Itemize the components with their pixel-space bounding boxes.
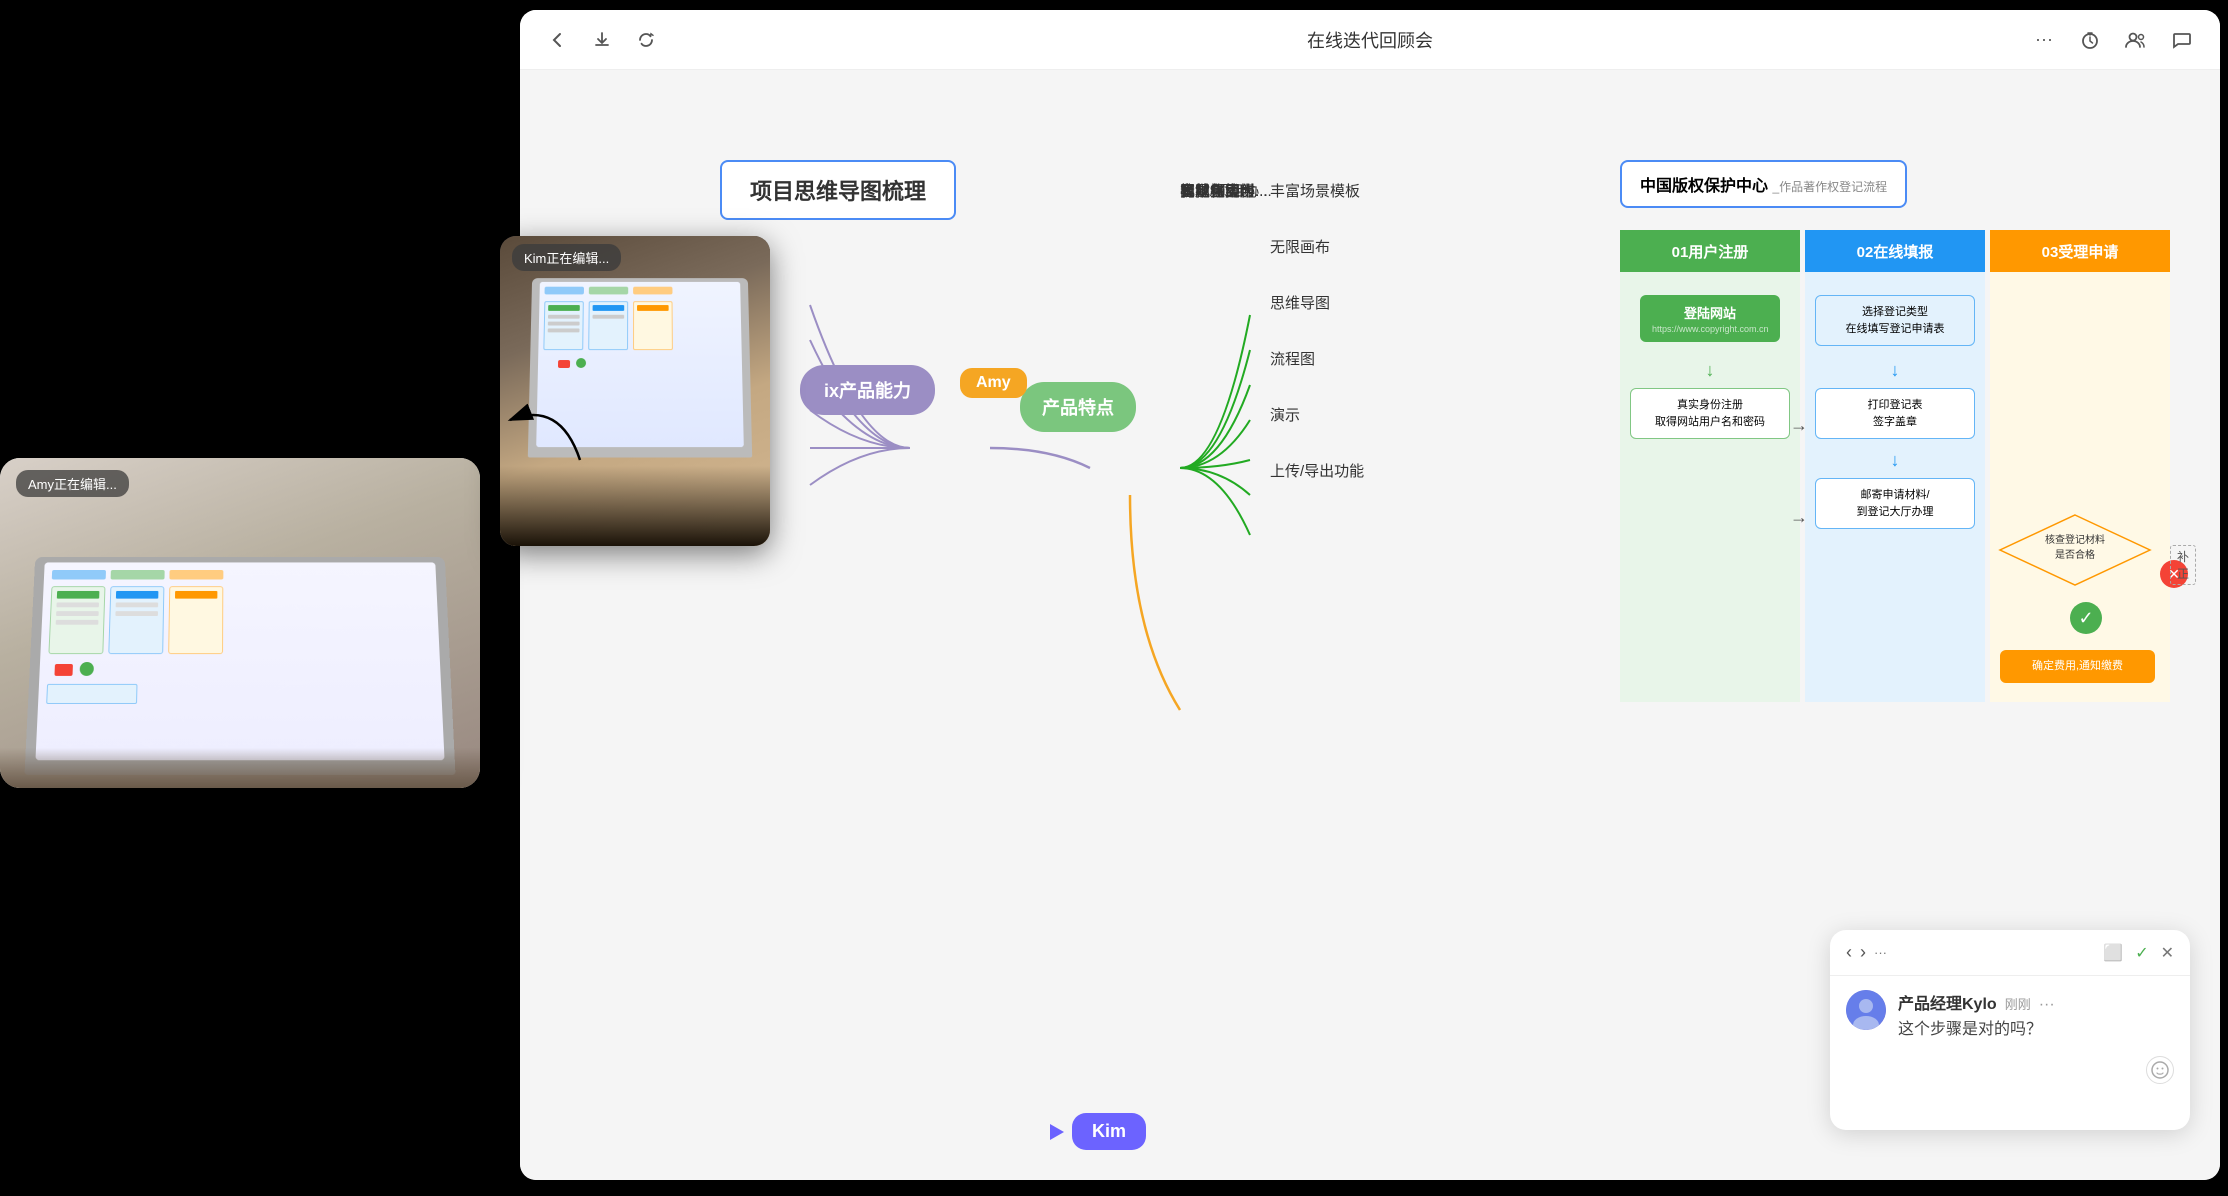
chat-nav: ‹ › ··· xyxy=(1846,942,1887,963)
sender-avatar xyxy=(1846,990,1886,1030)
title-bar-left xyxy=(544,26,660,54)
step-03: 03受理申请 xyxy=(1990,230,2170,272)
svg-text:核查登记材料: 核查登记材料 xyxy=(2045,533,2105,546)
chat-controls: ⬜ ✓ ✕ xyxy=(2103,943,2174,963)
kim-screen-content xyxy=(536,282,744,447)
product-features-node: 产品特点 xyxy=(1020,382,1136,432)
mindmap-lines xyxy=(620,130,1620,830)
download-button[interactable] xyxy=(588,26,616,54)
kim-laptop-screen xyxy=(536,282,744,447)
sync-button[interactable] xyxy=(632,26,660,54)
arrow-right-2: → xyxy=(1790,507,1808,528)
canvas-area: 项目思维导图梳理 丰富场景模板 无限画布 思维导图 流程图 演示 上传/导出功能… xyxy=(520,70,2220,1180)
amy-mini-panel-2 xyxy=(108,586,164,654)
amy-cursor-label: Amy xyxy=(960,368,1027,398)
amy-video-panel: Amy正在编辑... xyxy=(0,458,480,788)
arrow-right-1: → xyxy=(1790,415,1808,436)
more-button[interactable]: ··· xyxy=(2030,26,2058,54)
amy-bottom-box xyxy=(46,684,137,704)
chat-more-icon[interactable]: ··· xyxy=(1874,945,1887,960)
mini-block-2 xyxy=(589,287,628,295)
chat-name-row: 产品经理Kylo 刚刚 ··· xyxy=(1898,990,2174,1014)
sender-name: 产品经理Kylo xyxy=(1898,990,1997,1014)
svg-text:是否合格: 是否合格 xyxy=(2055,548,2095,561)
kim-video-panel: Kim正在编辑... xyxy=(500,236,770,546)
arrow-down-2: ↓ xyxy=(1887,360,1903,380)
chat-button[interactable] xyxy=(2168,26,2196,54)
mindmap-title: 项目思维导图梳理 xyxy=(720,160,956,220)
cursor-arrow-icon xyxy=(1050,1124,1064,1140)
flow-box-select-type: 选择登记类型在线填写登记申请表 xyxy=(1815,295,1975,346)
mini-block-3 xyxy=(633,287,672,295)
mini-green-circle xyxy=(576,358,586,368)
central-node: ix产品能力 xyxy=(800,365,935,415)
mini-panel-3 xyxy=(633,301,673,350)
fix-label: 补正 xyxy=(2170,545,2196,585)
chat-message-content: 产品经理Kylo 刚刚 ··· 这个步骤是对的吗？ xyxy=(1898,990,2174,1042)
amy-panel-background xyxy=(0,458,480,788)
flow-box-fee: 确定费用,通知缴费 xyxy=(2000,650,2155,683)
title-bar-right: ··· xyxy=(2030,26,2196,54)
copyright-panel: 中国版权保护中心 _作品著作权登记流程 01用户注册 02在线填报 03受理申请… xyxy=(1620,140,2180,720)
step-02: 02在线填报 xyxy=(1805,230,1985,272)
arrow-down-1: ↓ xyxy=(1702,360,1718,380)
amy-mini-node-2 xyxy=(111,570,165,579)
mini-red-node xyxy=(558,360,570,368)
message-time: 刚刚 xyxy=(2005,994,2031,1013)
amy-laptop-body xyxy=(25,557,456,775)
amy-laptop-screen xyxy=(35,562,444,760)
timer-button[interactable] xyxy=(2076,26,2104,54)
kim-panel-background xyxy=(500,236,770,546)
copyright-title: 中国版权保护中心 _作品著作权登记流程 xyxy=(1620,160,1907,208)
mini-block-1 xyxy=(545,287,584,295)
flow-box-register: 真实身份注册取得网站用户名和密码 xyxy=(1630,388,1790,439)
flow-box-mail: 邮寄申请材料/到登记大厅办理 xyxy=(1815,478,1975,529)
amy-bottom-fade xyxy=(0,748,480,788)
amy-green-circle xyxy=(80,662,95,676)
step-03-bg xyxy=(1990,272,2170,702)
chat-back-icon[interactable]: ‹ xyxy=(1846,942,1852,963)
kim-panel-header: Kim正在编辑... xyxy=(512,244,621,271)
amy-mini-panel-1 xyxy=(48,586,105,654)
step-01: 01用户注册 xyxy=(1620,230,1800,272)
login-website-btn[interactable]: 登陆网站 https://www.copyright.com.cn xyxy=(1640,295,1780,342)
back-button[interactable] xyxy=(544,26,572,54)
emoji-button[interactable] xyxy=(2146,1056,2174,1084)
check-circle: ✓ xyxy=(2070,602,2102,634)
flow-box-print: 打印登记表签字盖章 xyxy=(1815,388,1975,439)
amy-screen-content xyxy=(35,562,444,760)
kim-laptop-body xyxy=(528,278,752,457)
message-text: 这个步骤是对的吗？ xyxy=(1898,1018,2174,1042)
amy-mini-node-1 xyxy=(52,570,106,579)
chat-check-icon[interactable]: ✓ xyxy=(2135,943,2148,963)
chat-message-body: 产品经理Kylo 刚刚 ··· 这个步骤是对的吗？ xyxy=(1830,976,2190,1056)
diamond-check: 核查登记材料 是否合格 xyxy=(1995,510,2155,590)
message-more-icon[interactable]: ··· xyxy=(2039,996,2055,1014)
chat-header: ‹ › ··· ⬜ ✓ ✕ xyxy=(1830,930,2190,976)
kim-cursor-text: Kim xyxy=(1072,1113,1146,1150)
kim-cursor: Kim xyxy=(1050,1113,1146,1150)
kim-bottom-fade xyxy=(500,466,770,546)
branch-left-items: 丰富场景模板 无限画布 思维导图 流程图 演示 上传/导出功能 xyxy=(1270,180,1364,481)
arrow-down-3: ↓ xyxy=(1887,450,1903,470)
amy-mini-panel-3 xyxy=(168,586,223,654)
chat-forward-icon[interactable]: › xyxy=(1860,942,1866,963)
chat-panel: ‹ › ··· ⬜ ✓ ✕ xyxy=(1830,930,2190,1130)
amy-red-node xyxy=(54,664,73,676)
title-bar: 在线迭代回顾会 ··· xyxy=(520,10,2220,70)
amy-panel-header: Amy正在编辑... xyxy=(16,470,129,497)
chat-footer xyxy=(1830,1056,2190,1096)
amy-mini-node-3 xyxy=(169,570,223,579)
chat-close-icon[interactable]: ✕ xyxy=(2161,943,2174,963)
window-title: 在线迭代回顾会 xyxy=(1307,27,1433,53)
main-window: 在线迭代回顾会 ··· xyxy=(520,10,2220,1180)
mini-panel-1 xyxy=(543,301,583,350)
chat-expand-icon[interactable]: ⬜ xyxy=(2103,943,2123,963)
mini-panel-2 xyxy=(588,301,628,350)
users-button[interactable] xyxy=(2122,26,2150,54)
